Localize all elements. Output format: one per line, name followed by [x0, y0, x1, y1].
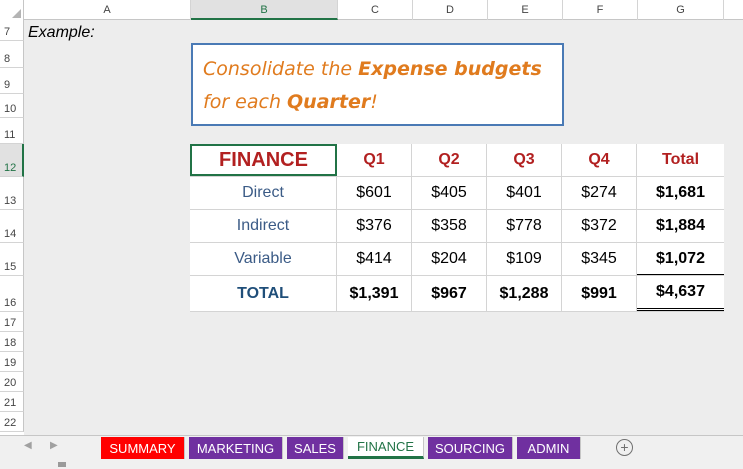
cell-f15[interactable]: $345 — [562, 243, 637, 275]
scroll-tabs-left-icon[interactable]: ◀ — [24, 440, 32, 451]
cell-f16[interactable]: $991 — [562, 276, 637, 311]
cell-f13[interactable]: $274 — [562, 177, 637, 209]
row-header-21[interactable]: 21 — [0, 392, 24, 412]
cell-e15[interactable]: $109 — [487, 243, 562, 275]
row-header-18[interactable]: 18 — [0, 332, 24, 352]
select-all-corner[interactable] — [0, 0, 24, 20]
cell-d12[interactable]: Q2 — [412, 144, 487, 176]
column-header-h[interactable] — [724, 0, 743, 20]
tab-sourcing[interactable]: SOURCING — [428, 437, 513, 459]
column-header-a[interactable]: A — [24, 0, 191, 20]
worksheet[interactable]: A B C D E F G 7 8 9 10 11 12 13 14 15 16… — [0, 0, 743, 435]
cell-g13[interactable]: $1,681 — [637, 177, 724, 209]
cell-b12[interactable]: FINANCE — [190, 144, 337, 176]
finance-table: FINANCE Q1 Q2 Q3 Q4 Total Direct $601 $4… — [190, 144, 724, 312]
row-header-13[interactable]: 13 — [0, 177, 24, 210]
cell-g16[interactable]: $4,637 — [637, 276, 724, 311]
callout-bold-2: Quarter — [287, 91, 371, 113]
column-header-e[interactable]: E — [488, 0, 563, 20]
instruction-callout[interactable]: Consolidate the Expense budgets for each… — [191, 43, 564, 126]
row-header-12[interactable]: 12 — [0, 144, 24, 177]
callout-text-2: for each — [203, 91, 288, 113]
row-header-22[interactable]: 22 — [0, 412, 24, 432]
column-header-b[interactable]: B — [191, 0, 338, 20]
column-header-row: A B C D E F G — [0, 0, 743, 20]
row-header-19[interactable]: 19 — [0, 352, 24, 372]
row-header-16[interactable]: 16 — [0, 276, 24, 312]
column-header-d[interactable]: D — [413, 0, 488, 20]
tab-marketing[interactable]: MARKETING — [189, 437, 283, 459]
row-header-7[interactable]: 7 — [0, 20, 24, 41]
add-sheet-icon[interactable]: + — [616, 439, 633, 456]
column-header-g[interactable]: G — [638, 0, 724, 20]
row-header-15[interactable]: 15 — [0, 243, 24, 276]
row-header-9[interactable]: 9 — [0, 68, 24, 94]
cell-g12[interactable]: Total — [637, 144, 724, 176]
table-row: Direct $601 $405 $401 $274 $1,681 — [190, 177, 724, 210]
cell-b16[interactable]: TOTAL — [190, 276, 337, 311]
callout-text-1: Consolidate the — [203, 58, 359, 80]
cell-d13[interactable]: $405 — [412, 177, 487, 209]
callout-bold-1: Expense budgets — [358, 58, 542, 80]
cell-e13[interactable]: $401 — [487, 177, 562, 209]
tab-summary[interactable]: SUMMARY — [101, 437, 185, 459]
cell-b13[interactable]: Direct — [190, 177, 337, 209]
row-header-14[interactable]: 14 — [0, 210, 24, 243]
select-all-icon — [12, 9, 21, 18]
row-header-20[interactable]: 20 — [0, 372, 24, 392]
cell-c12[interactable]: Q1 — [337, 144, 412, 176]
scroll-tabs-right-icon[interactable]: ▶ — [50, 440, 58, 451]
sheet-tab-bar: ◀ ▶ SUMMARY MARKETING SALES FINANCE SOUR… — [0, 435, 743, 461]
status-icon — [58, 462, 66, 467]
tab-admin[interactable]: ADMIN — [517, 437, 581, 459]
tab-sales[interactable]: SALES — [287, 437, 344, 459]
cell-g14[interactable]: $1,884 — [637, 210, 724, 242]
cell-e14[interactable]: $778 — [487, 210, 562, 242]
cell-c16[interactable]: $1,391 — [337, 276, 412, 311]
table-total-row: TOTAL $1,391 $967 $1,288 $991 $4,637 — [190, 276, 724, 312]
cell-c13[interactable]: $601 — [337, 177, 412, 209]
cell-e12[interactable]: Q3 — [487, 144, 562, 176]
cell-c14[interactable]: $376 — [337, 210, 412, 242]
row-header-8[interactable]: 8 — [0, 41, 24, 68]
column-header-c[interactable]: C — [338, 0, 413, 20]
row-header-11[interactable]: 11 — [0, 118, 24, 144]
cell-b14[interactable]: Indirect — [190, 210, 337, 242]
row-header-17[interactable]: 17 — [0, 312, 24, 332]
cell-g15[interactable]: $1,072 — [637, 243, 724, 275]
cell-c15[interactable]: $414 — [337, 243, 412, 275]
example-label: Example: — [28, 24, 95, 41]
cell-d16[interactable]: $967 — [412, 276, 487, 311]
table-header-row: FINANCE Q1 Q2 Q3 Q4 Total — [190, 144, 724, 177]
table-row: Indirect $376 $358 $778 $372 $1,884 — [190, 210, 724, 243]
tab-finance[interactable]: FINANCE — [348, 437, 424, 459]
table-row: Variable $414 $204 $109 $345 $1,072 — [190, 243, 724, 276]
cell-b15[interactable]: Variable — [190, 243, 337, 275]
callout-text-3: ! — [370, 91, 378, 113]
cell-f14[interactable]: $372 — [562, 210, 637, 242]
cell-d14[interactable]: $358 — [412, 210, 487, 242]
cell-e16[interactable]: $1,288 — [487, 276, 562, 311]
cell-f12[interactable]: Q4 — [562, 144, 637, 176]
row-header-10[interactable]: 10 — [0, 94, 24, 118]
cell-d15[interactable]: $204 — [412, 243, 487, 275]
column-header-f[interactable]: F — [563, 0, 638, 20]
status-bar — [0, 461, 743, 469]
